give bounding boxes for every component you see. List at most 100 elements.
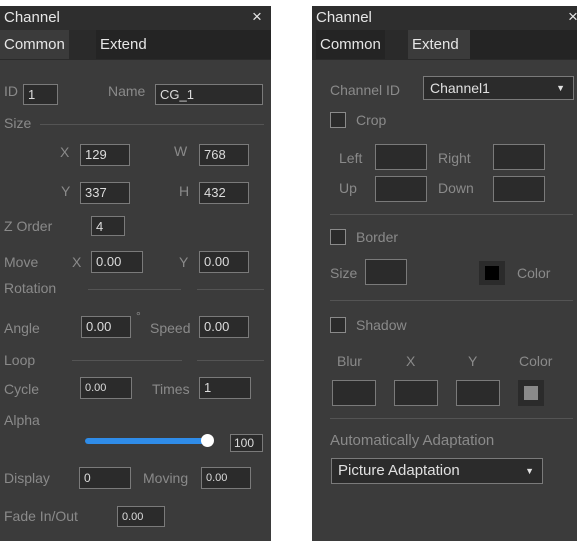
move-x-label: X: [72, 254, 82, 270]
shadow-blur-field[interactable]: [332, 380, 376, 406]
tab-bar: Common Extend: [0, 30, 271, 60]
adaptation-dropdown[interactable]: Picture Adaptation ▼: [331, 458, 543, 484]
display-field[interactable]: 0: [79, 467, 131, 489]
divider: [197, 289, 264, 290]
close-icon[interactable]: ×: [252, 7, 262, 27]
shadow-color-label: Color: [519, 353, 553, 369]
speed-field[interactable]: 0.00: [199, 316, 249, 338]
name-label: Name: [108, 83, 146, 99]
cycle-field[interactable]: 0.00: [80, 377, 132, 399]
tab-common[interactable]: Common: [0, 30, 69, 59]
display-label: Display: [4, 470, 50, 486]
border-color-picker[interactable]: [479, 261, 505, 285]
adaptation-value: Picture Adaptation: [338, 462, 460, 479]
channel-panel-extend: Channel × Common Extend Channel ID Chann…: [312, 6, 577, 541]
w-label: W: [174, 143, 188, 159]
h-label: H: [179, 183, 190, 199]
divider: [40, 124, 264, 125]
move-y-field[interactable]: 0.00: [199, 251, 249, 273]
close-icon[interactable]: ×: [568, 7, 577, 27]
divider: [88, 289, 181, 290]
panel-title: Channel: [4, 9, 60, 26]
angle-label: Angle: [4, 320, 40, 336]
border-size-field[interactable]: [365, 259, 407, 285]
tab-extend[interactable]: Extend: [408, 30, 474, 59]
channel-id-dropdown[interactable]: Channel1 ▼: [423, 76, 574, 100]
shadow-y-label: Y: [468, 353, 478, 369]
speed-label: Speed: [150, 320, 191, 336]
divider: [72, 360, 182, 361]
w-field[interactable]: 768: [199, 144, 249, 166]
border-label: Border: [356, 229, 399, 245]
crop-down-label: Down: [438, 180, 474, 196]
crop-left-field[interactable]: [375, 144, 427, 170]
crop-up-label: Up: [339, 180, 357, 196]
fade-label: Fade In/Out: [4, 508, 78, 524]
alpha-label: Alpha: [4, 412, 40, 428]
zorder-label: Z Order: [4, 218, 53, 234]
shadow-x-field[interactable]: [394, 380, 438, 406]
alpha-field[interactable]: 100: [230, 434, 263, 452]
h-field[interactable]: 432: [199, 182, 249, 204]
moving-label: Moving: [143, 470, 189, 486]
tab-bar-filler: [470, 30, 577, 59]
shadow-color-picker[interactable]: [518, 380, 544, 406]
crop-checkbox[interactable]: [330, 112, 346, 128]
tab-bar: Common Extend: [312, 30, 577, 60]
id-label: ID: [4, 83, 18, 99]
cycle-label: Cycle: [4, 381, 40, 397]
tab-common[interactable]: Common: [316, 30, 385, 59]
chevron-down-icon: ▼: [525, 466, 534, 476]
move-y-label: Y: [179, 254, 189, 270]
alpha-slider-track[interactable]: [85, 434, 214, 447]
shadow-color-swatch: [524, 386, 538, 400]
border-checkbox[interactable]: [330, 229, 346, 245]
crop-up-field[interactable]: [375, 176, 427, 202]
fade-field[interactable]: 0.00: [117, 506, 165, 527]
divider: [330, 418, 573, 419]
shadow-blur-label: Blur: [337, 353, 362, 369]
shadow-label: Shadow: [356, 317, 407, 333]
crop-right-field[interactable]: [493, 144, 545, 170]
border-size-label: Size: [330, 265, 358, 281]
y-field[interactable]: 337: [80, 182, 130, 204]
border-color-swatch: [485, 266, 499, 280]
crop-left-label: Left: [339, 150, 363, 166]
shadow-checkbox[interactable]: [330, 317, 346, 333]
x-label: X: [60, 144, 70, 160]
divider: [330, 300, 573, 301]
crop-down-field[interactable]: [493, 176, 545, 202]
shadow-y-field[interactable]: [456, 380, 500, 406]
divider: [197, 360, 264, 361]
degree-symbol: °: [136, 309, 141, 323]
panel-title: Channel: [316, 9, 372, 26]
loop-section-label: Loop: [4, 352, 36, 368]
name-field[interactable]: CG_1: [155, 84, 263, 105]
auto-adaptation-label: Automatically Adaptation: [330, 432, 495, 449]
rotation-section-label: Rotation: [4, 280, 57, 296]
moving-field[interactable]: 0.00: [201, 467, 251, 489]
alpha-slider-handle[interactable]: [201, 434, 214, 447]
channel-id-value: Channel1: [430, 80, 490, 96]
y-label: Y: [61, 183, 71, 199]
move-label: Move: [4, 254, 39, 270]
id-field[interactable]: 1: [23, 84, 58, 105]
border-color-label: Color: [517, 265, 551, 281]
shadow-x-label: X: [406, 353, 416, 369]
divider: [330, 214, 573, 215]
chevron-down-icon: ▼: [556, 83, 565, 93]
x-field[interactable]: 129: [80, 144, 130, 166]
size-section-label: Size: [4, 115, 32, 131]
title-bar: Channel ×: [0, 6, 271, 30]
crop-label: Crop: [356, 112, 387, 128]
tab-extend[interactable]: Extend: [96, 30, 271, 59]
channel-panel-common: Channel × Common Extend ID 1 Name CG_1 S…: [0, 6, 271, 541]
times-label: Times: [152, 381, 190, 397]
angle-field[interactable]: 0.00: [81, 316, 131, 338]
zorder-field[interactable]: 4: [91, 216, 125, 236]
title-bar: Channel ×: [312, 6, 577, 30]
alpha-slider-fill: [85, 438, 209, 444]
channel-id-label: Channel ID: [330, 82, 401, 98]
move-x-field[interactable]: 0.00: [91, 251, 143, 273]
times-field[interactable]: 1: [199, 377, 251, 399]
